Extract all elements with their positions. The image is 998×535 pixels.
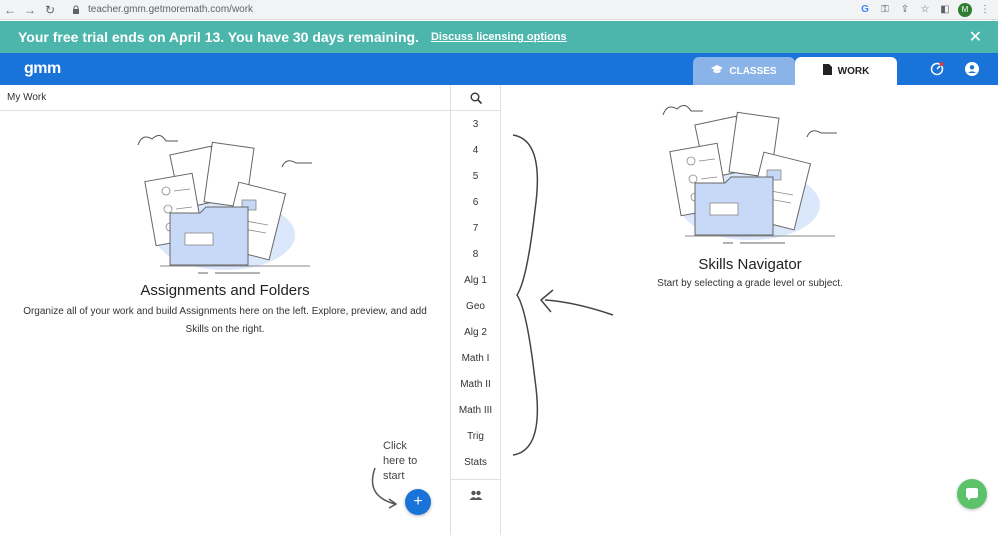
grade-item[interactable]: Math II	[451, 371, 500, 397]
graduation-cap-icon	[711, 64, 724, 78]
assignments-illustration	[137, 135, 312, 274]
close-icon[interactable]: ✕	[969, 27, 982, 47]
chat-button[interactable]	[957, 479, 987, 509]
people-icon[interactable]	[451, 479, 500, 509]
search-icon[interactable]	[451, 85, 500, 111]
add-button[interactable]: +	[405, 489, 431, 515]
lock-icon	[70, 5, 82, 15]
url-text: teacher.gmm.getmoremath.com/work	[88, 4, 254, 15]
google-icon[interactable]: G	[858, 3, 872, 17]
skills-navigator-title: Skills Navigator	[698, 256, 802, 273]
account-icon[interactable]	[965, 62, 979, 76]
trial-message: Your free trial ends on April 13. You ha…	[18, 29, 419, 45]
profile-avatar[interactable]: M	[958, 2, 972, 17]
skills-navigator-description: Start by selecting a grade level or subj…	[657, 278, 843, 289]
breadcrumb: My Work	[0, 85, 450, 111]
brace-arrow-annotation	[512, 134, 614, 456]
browser-toolbar: ← → ↻ teacher.gmm.getmoremath.com/work G…	[0, 0, 998, 20]
curved-arrow-icon	[371, 467, 398, 509]
assignments-title: Assignments and Folders	[140, 282, 310, 299]
grade-item[interactable]: 3	[451, 111, 500, 137]
share-icon[interactable]: ⇪	[898, 3, 912, 17]
grade-item[interactable]: 7	[451, 215, 500, 241]
grade-item[interactable]: Alg 1	[451, 267, 500, 293]
chat-icon	[966, 488, 978, 501]
assignments-description: Organize all of your work and build Assi…	[23, 306, 427, 335]
tab-classes-label: CLASSES	[729, 65, 777, 77]
grade-item[interactable]: 6	[451, 189, 500, 215]
grade-item[interactable]: Alg 2	[451, 319, 500, 345]
document-icon	[822, 64, 832, 78]
grade-item[interactable]: Trig	[451, 423, 500, 449]
more-menu-icon[interactable]: ⋮	[978, 3, 992, 17]
address-bar[interactable]: teacher.gmm.getmoremath.com/work	[70, 1, 840, 18]
grade-list: 3 4 5 6 7 8 Alg 1 Geo Alg 2 Math I Math …	[450, 85, 501, 535]
hint-line: Click	[383, 440, 407, 452]
grade-item[interactable]: Math III	[451, 397, 500, 423]
skills-illustration	[662, 105, 837, 244]
tab-classes[interactable]: CLASSES	[693, 57, 795, 85]
gmm-logo[interactable]: gmm	[24, 60, 61, 78]
grade-item[interactable]: 5	[451, 163, 500, 189]
grade-item[interactable]: 8	[451, 241, 500, 267]
star-icon[interactable]: ☆	[918, 3, 932, 17]
sidebar-icon[interactable]: ◧	[938, 3, 952, 17]
grade-item[interactable]: Math I	[451, 345, 500, 371]
reload-icon[interactable]: ↻	[40, 0, 60, 20]
speedometer-icon[interactable]	[930, 62, 944, 76]
trial-banner: Your free trial ends on April 13. You ha…	[0, 21, 998, 53]
key-icon[interactable]: ⚿	[878, 3, 892, 17]
tab-work[interactable]: WORK	[795, 57, 897, 85]
licensing-link[interactable]: Discuss licensing options	[431, 31, 567, 43]
grade-item[interactable]: 4	[451, 137, 500, 163]
tab-work-label: WORK	[837, 65, 870, 77]
grade-item[interactable]: Geo	[451, 293, 500, 319]
grade-item[interactable]: Stats	[451, 449, 500, 475]
app-header: gmm CLASSES WORK	[0, 53, 998, 85]
forward-arrow-icon[interactable]: →	[20, 0, 40, 20]
back-arrow-icon[interactable]: ←	[0, 0, 20, 20]
